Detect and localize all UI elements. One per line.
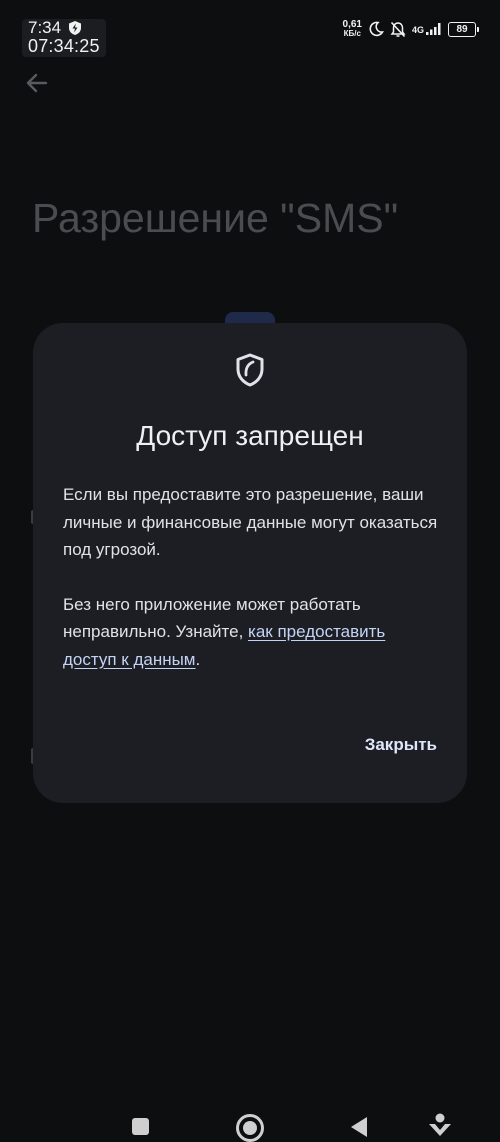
- dialog-paragraph-2-end: .: [195, 649, 201, 669]
- dialog-paragraph-2: Без него приложение может работать непра…: [63, 591, 443, 674]
- network-type: 4G: [411, 25, 424, 35]
- signal-group: 4G: [412, 23, 442, 35]
- assistant-icon[interactable]: [427, 1112, 453, 1138]
- dialog-title: Доступ запрещен: [136, 420, 364, 451]
- status-bar: 7:34 07:34:25 0,61 КБ/с 4G 89: [0, 0, 500, 60]
- access-denied-dialog: Доступ запрещен Если вы предоставите это…: [33, 323, 467, 803]
- moon-icon: [369, 21, 384, 37]
- recents-icon[interactable]: [132, 1118, 149, 1135]
- dialog-body: Если вы предоставите это разрешение, ваш…: [63, 481, 443, 673]
- clock-badge: 7:34 07:34:25: [22, 19, 106, 57]
- shield-icon: [236, 353, 264, 387]
- net-speed: 0,61 КБ/с: [342, 19, 362, 39]
- battery-icon: 89: [448, 21, 479, 37]
- back-arrow-icon[interactable]: [22, 68, 52, 98]
- net-speed-value: 0,61: [342, 19, 362, 30]
- status-clock: 07:34:25: [28, 36, 100, 56]
- status-icons: 0,61 КБ/с 4G 89: [342, 19, 479, 39]
- navigation-bar: [0, 1098, 500, 1142]
- shield-bolt-icon: [69, 21, 82, 35]
- close-button[interactable]: Закрыть: [365, 733, 437, 757]
- back-icon[interactable]: [349, 1116, 369, 1138]
- dialog-paragraph-1: Если вы предоставите это разрешение, ваш…: [63, 485, 438, 559]
- status-time: 7:34: [28, 18, 62, 37]
- bell-off-icon: [390, 21, 406, 37]
- signal-icon: [426, 23, 441, 35]
- net-speed-unit: КБ/с: [343, 29, 361, 38]
- page-title: Разрешение "SMS": [32, 195, 399, 241]
